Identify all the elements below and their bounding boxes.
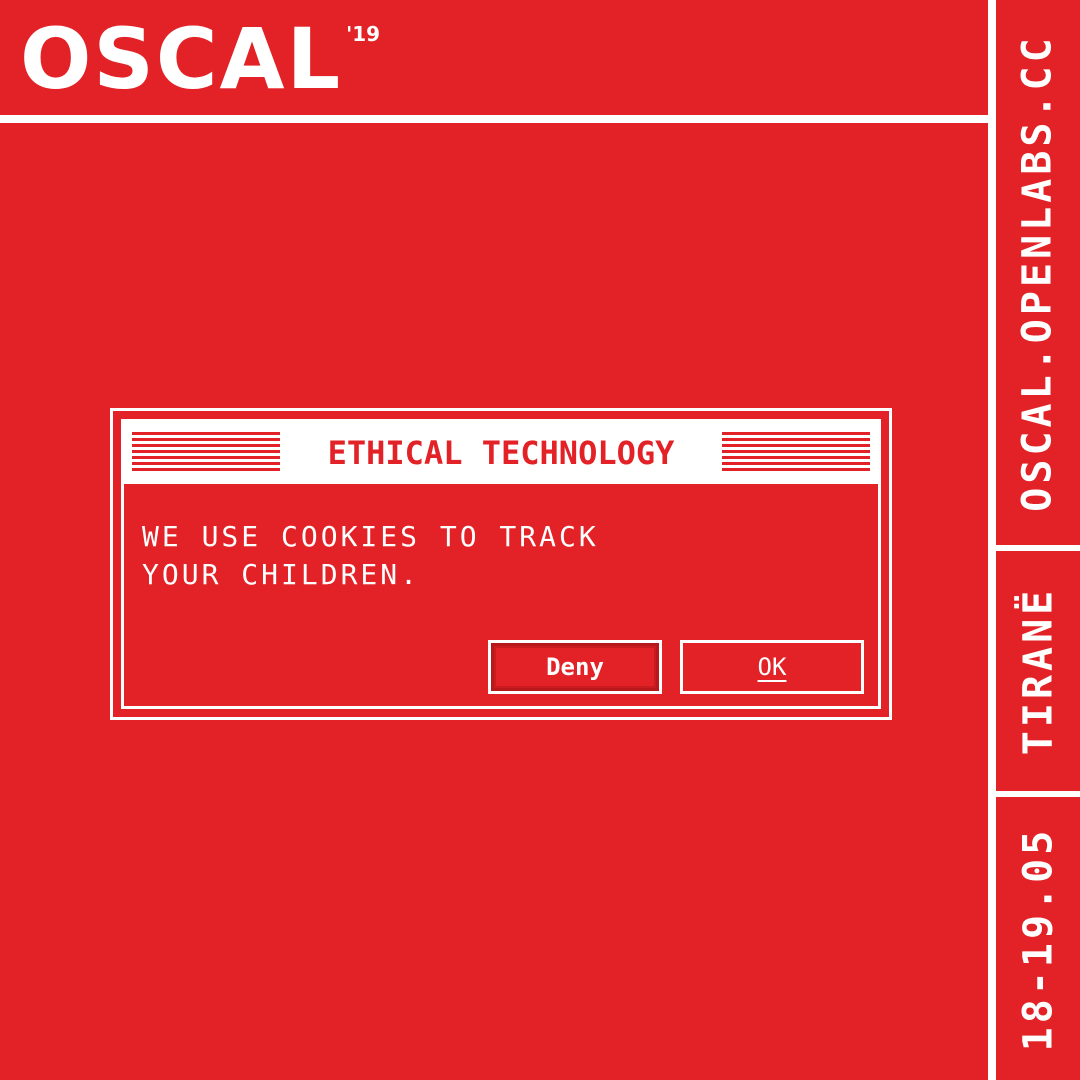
city-label: TIRANË [1015, 586, 1061, 756]
dialog-frame: ETHICAL TECHNOLOGY WE USE COOKIES TO TRA… [121, 419, 881, 709]
cookie-dialog: ETHICAL TECHNOLOGY WE USE COOKIES TO TRA… [110, 408, 892, 720]
logo-wordmark: OSCAL [20, 10, 343, 108]
sidebar-divider [988, 0, 996, 1080]
header-divider [0, 115, 995, 123]
ok-button[interactable]: OK [680, 640, 864, 694]
sidebar-website-cell: OSCAL.OPENLABS.CC [996, 0, 1080, 545]
dialog-message: WE USE COOKIES TO TRACK YOUR CHILDREN. [142, 520, 599, 591]
sidebar-dates-cell: 18-19.05 [996, 797, 1080, 1080]
dates-label: 18-19.05 [1015, 826, 1061, 1051]
dialog-title: ETHICAL TECHNOLOGY [327, 434, 675, 472]
titlebar-stripes-left [132, 432, 280, 472]
dialog-titlebar[interactable]: ETHICAL TECHNOLOGY [124, 422, 878, 484]
sidebar: OSCAL.OPENLABS.CC TIRANË 18-19.05 [996, 0, 1080, 1080]
sidebar-city-cell: TIRANË [996, 551, 1080, 791]
deny-button[interactable]: Deny [488, 640, 662, 694]
titlebar-stripes-right [722, 432, 870, 472]
logo: OSCAL '19 [20, 14, 380, 104]
logo-year: '19 [346, 22, 381, 46]
deny-button-label: Deny [546, 653, 604, 681]
ok-button-label: OK [757, 653, 787, 681]
website-link[interactable]: OSCAL.OPENLABS.CC [1015, 34, 1061, 511]
